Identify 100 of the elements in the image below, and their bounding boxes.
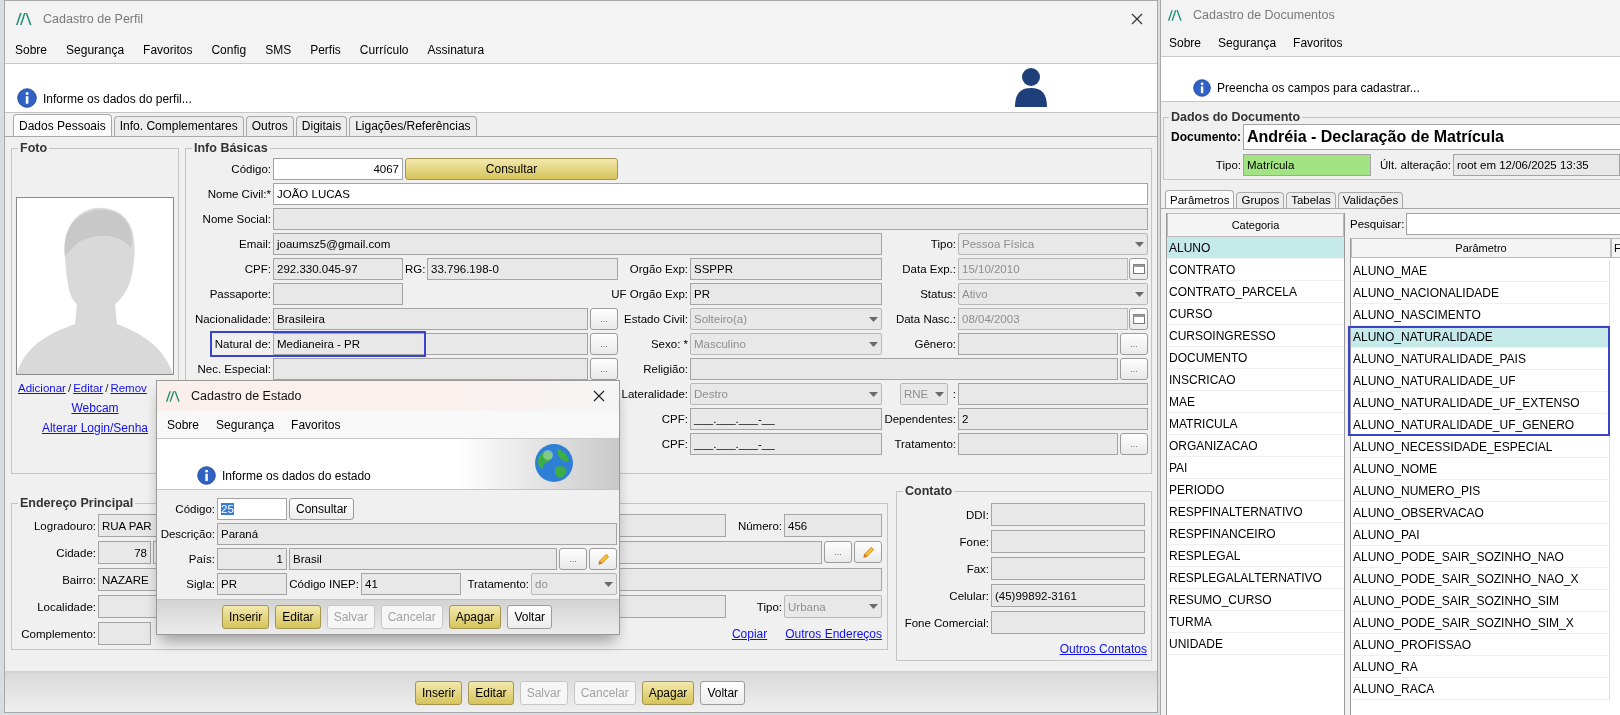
text-field[interactable]: 41: [361, 573, 461, 595]
list-item[interactable]: ALUNO_RA: [1351, 656, 1609, 678]
text-field[interactable]: JOÃO LUCAS: [273, 183, 1148, 205]
text-field[interactable]: [273, 358, 588, 380]
consult-button[interactable]: Consultar: [289, 498, 355, 520]
browse-button[interactable]: ...: [590, 333, 618, 355]
text-field[interactable]: Matrícula: [1243, 154, 1371, 176]
list-item[interactable]: ALUNO_PODE_SAIR_SOZINHO_NAO: [1351, 546, 1609, 568]
list-item[interactable]: ALUNO_NATURALIDADE_UF_EXTENSO: [1351, 392, 1609, 414]
link[interactable]: Remov: [110, 379, 147, 397]
menu-item[interactable]: Config: [211, 43, 247, 57]
browse-button[interactable]: ...: [559, 548, 587, 570]
list-item[interactable]: ALUNO_PODE_SAIR_SOZINHO_SIM_X: [1351, 612, 1609, 634]
list-item[interactable]: ALUNO_NATURALIDADE_PAIS: [1351, 348, 1609, 370]
edit-button[interactable]: [589, 548, 617, 570]
list-item[interactable]: ALUNO_NACIONALIDADE: [1351, 282, 1609, 304]
list-item[interactable]: INSCRICAO: [1167, 369, 1344, 391]
text-field[interactable]: SSPPR: [690, 258, 882, 280]
edit-button[interactable]: [854, 541, 882, 563]
menu-item[interactable]: Sobre: [167, 417, 200, 432]
text-field[interactable]: [991, 611, 1145, 634]
text-field[interactable]: 4067: [273, 158, 403, 180]
list-item[interactable]: ALUNO_RACA: [1351, 678, 1609, 700]
browse-button[interactable]: ...: [1120, 333, 1148, 355]
list-item[interactable]: ALUNO_NATURALIDADE_UF: [1351, 370, 1609, 392]
list-item[interactable]: ALUNO: [1167, 237, 1344, 259]
text-field[interactable]: [690, 358, 1118, 380]
link[interactable]: Webcam: [71, 399, 119, 417]
menu-item[interactable]: Favoritos: [291, 417, 341, 432]
menu-item[interactable]: Currículo: [359, 43, 409, 57]
menu-item[interactable]: Assinatura: [427, 43, 485, 57]
text-field[interactable]: [958, 383, 1148, 405]
browse-button[interactable]: ...: [1120, 358, 1148, 380]
list-item[interactable]: CURSO: [1167, 303, 1344, 325]
text-field[interactable]: 292.330.045-97: [273, 258, 403, 280]
text-field[interactable]: [991, 557, 1145, 580]
menu-item[interactable]: Favoritos: [1293, 36, 1343, 50]
list-item[interactable]: ALUNO_PAI: [1351, 524, 1609, 546]
text-field[interactable]: ___.___.___-__: [690, 433, 882, 455]
list-item[interactable]: ALUNO_NATURALIDADE_UF_GENERO: [1351, 414, 1609, 436]
action-button[interactable]: Voltar: [507, 605, 553, 629]
text-field[interactable]: Andréia - Declaração de Matrícula: [1243, 124, 1620, 150]
list-item[interactable]: ALUNO_PODE_SAIR_SOZINHO_SIM: [1351, 590, 1609, 612]
link[interactable]: Adicionar: [18, 379, 66, 397]
text-field[interactable]: PR: [690, 283, 882, 305]
tab[interactable]: Outros: [245, 116, 294, 136]
text-field[interactable]: [273, 283, 403, 305]
list-item[interactable]: ALUNO_PODE_SAIR_SOZINHO_NAO_X: [1351, 568, 1609, 590]
text-field[interactable]: ___.___.___-__: [690, 408, 882, 430]
browse-button[interactable]: ...: [590, 308, 618, 330]
text-field[interactable]: Brasil: [289, 548, 557, 570]
list-item[interactable]: ALUNO_MAE: [1351, 260, 1609, 282]
text-field[interactable]: Brasileira: [273, 308, 588, 330]
text-field[interactable]: 25: [217, 498, 287, 520]
link[interactable]: Editar: [73, 379, 104, 397]
text-field[interactable]: 33.796.198-0: [427, 258, 618, 280]
list-item[interactable]: RESPFINANCEIRO: [1167, 523, 1344, 545]
tab[interactable]: Info. Complementares: [113, 116, 244, 136]
text-field[interactable]: root em 12/06/2025 13:35: [1453, 154, 1620, 176]
tab[interactable]: Ligações/Referências: [349, 116, 477, 136]
tab[interactable]: Grupos: [1236, 192, 1285, 208]
action-button[interactable]: Apagar: [448, 605, 502, 629]
list-item[interactable]: CURSOINGRESSO: [1167, 325, 1344, 347]
list-item[interactable]: TURMA: [1167, 611, 1344, 633]
action-button[interactable]: Editar: [275, 605, 321, 629]
text-field[interactable]: [98, 622, 151, 645]
text-field[interactable]: [958, 433, 1118, 455]
text-field[interactable]: [273, 208, 1148, 230]
consult-button[interactable]: Consultar: [405, 158, 618, 180]
list-item[interactable]: CONTRATO_PARCELA: [1167, 281, 1344, 303]
text-field[interactable]: 78: [98, 541, 151, 564]
browse-button[interactable]: ...: [824, 541, 852, 563]
menu-item[interactable]: Segurança: [216, 417, 275, 432]
tab[interactable]: Dados Pessoais: [13, 114, 112, 136]
list-item[interactable]: ALUNO_NASCIMENTO: [1351, 304, 1609, 326]
text-field[interactable]: [991, 503, 1145, 526]
list-item[interactable]: PAI: [1167, 457, 1344, 479]
list-item[interactable]: ALUNO_NUMERO_PIS: [1351, 480, 1609, 502]
calendar-button[interactable]: [1129, 308, 1148, 330]
menu-item[interactable]: Segurança: [66, 43, 125, 57]
close-icon[interactable]: [1131, 13, 1143, 25]
search-field[interactable]: [1406, 213, 1620, 235]
text-field[interactable]: [991, 530, 1145, 553]
action-button[interactable]: Inserir: [221, 605, 270, 629]
action-button[interactable]: Apagar: [641, 680, 695, 705]
list-item[interactable]: ALUNO_OBSERVACAO: [1351, 502, 1609, 524]
menu-item[interactable]: Segurança: [1218, 36, 1277, 50]
list-item[interactable]: ORGANIZACAO: [1167, 435, 1344, 457]
text-field[interactable]: PR: [217, 573, 287, 595]
list-item[interactable]: RESPLEGALALTERNATIVO: [1167, 567, 1344, 589]
text-field[interactable]: [958, 333, 1118, 355]
list-item[interactable]: PERIODO: [1167, 479, 1344, 501]
list-item[interactable]: CONTRATO: [1167, 259, 1344, 281]
list-item[interactable]: RESUMO_CURSO: [1167, 589, 1344, 611]
menu-item[interactable]: Sobre: [1169, 36, 1202, 50]
list-item[interactable]: DOCUMENTO: [1167, 347, 1344, 369]
list-item[interactable]: MATRICULA: [1167, 413, 1344, 435]
link[interactable]: Alterar Login/Senha: [41, 419, 149, 437]
link[interactable]: Copiar: [731, 626, 768, 641]
tab[interactable]: Digitais: [295, 116, 348, 136]
